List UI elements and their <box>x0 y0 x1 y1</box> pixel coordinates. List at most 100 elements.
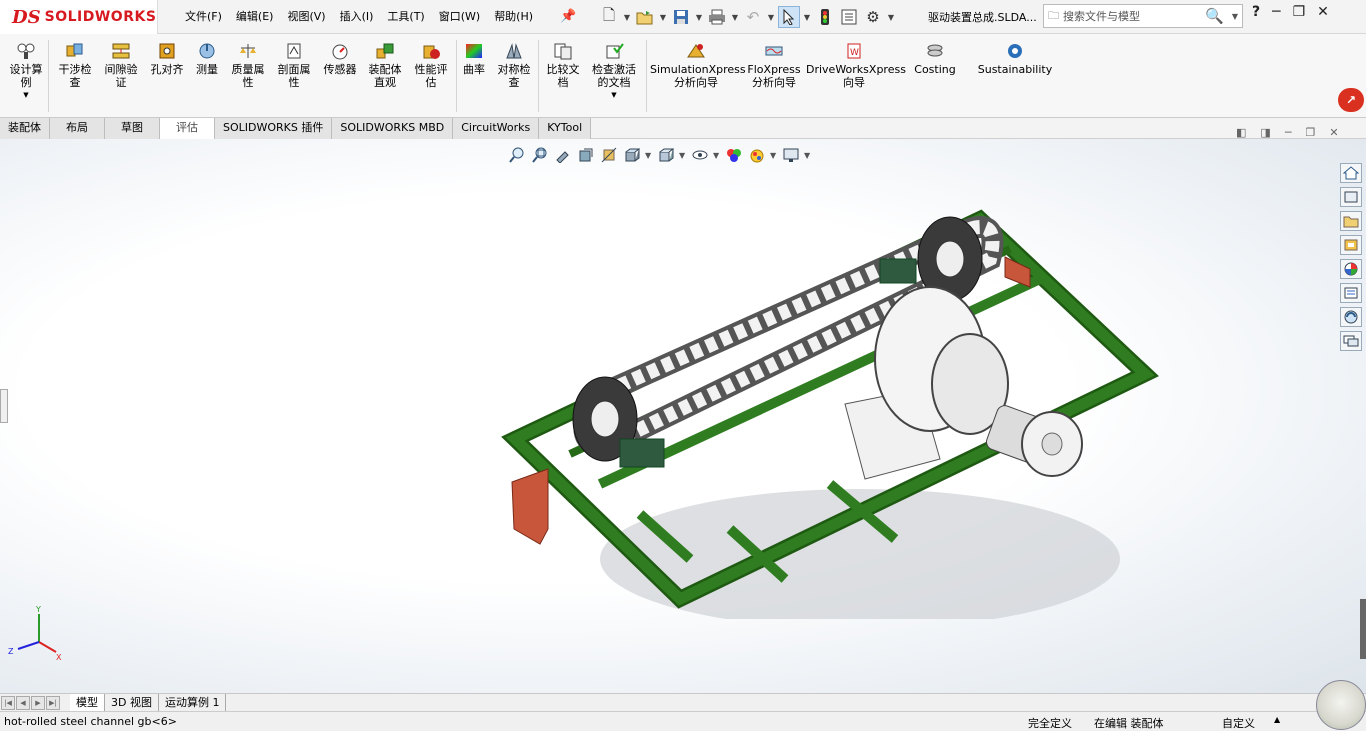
design-library-icon[interactable] <box>1340 187 1362 207</box>
hole-alignment-button[interactable]: 孔对齐 <box>148 42 186 76</box>
design-study-button[interactable]: 设计算例 ▼ <box>6 42 46 102</box>
viewport-close-button[interactable]: ✕ <box>1329 126 1338 139</box>
tab-evaluate[interactable]: 评估 <box>160 118 215 139</box>
status-units[interactable]: 自定义 <box>1222 715 1255 731</box>
hide-show-items-icon[interactable] <box>690 146 710 164</box>
tab-solidworks-mbd[interactable]: SOLIDWORKS MBD <box>332 118 454 139</box>
solidworks-logo[interactable]: DS SOLIDWORKS <box>0 0 158 34</box>
help-icon[interactable]: ? <box>1252 4 1260 20</box>
edit-appearance-icon[interactable] <box>724 146 744 164</box>
search-dropdown[interactable]: ▼ <box>1232 12 1238 21</box>
tab-sketch[interactable]: 草图 <box>105 118 160 139</box>
graphics-area[interactable]: ▼ ▼ ▼ ▼ ▼ Y X Z <box>0 139 1366 693</box>
first-tab-arrow[interactable]: |◀ <box>1 695 15 710</box>
pin-icon[interactable]: 📌 <box>560 9 576 24</box>
assembly-visualization-button[interactable]: 装配体直观 <box>364 42 406 89</box>
measure-button[interactable]: 测量 <box>192 42 222 76</box>
task-pane-scrollbar[interactable] <box>1360 599 1366 659</box>
view-palette-icon[interactable] <box>1340 235 1362 255</box>
new-dropdown[interactable]: ▼ <box>622 13 632 22</box>
tab-motion-study[interactable]: 运动算例 1 <box>159 694 227 711</box>
check-active-document-button[interactable]: 检查激活的文档 ▼ <box>588 42 640 102</box>
sustainability-button[interactable]: Sustainability <box>976 42 1054 76</box>
viewport-minimize-button[interactable]: ─ <box>1285 126 1292 139</box>
menu-view[interactable]: 视图(V) <box>280 0 332 34</box>
solidworks-resources-icon[interactable] <box>1340 307 1362 327</box>
curvature-button[interactable]: 曲率 <box>460 42 488 76</box>
simulationxpress-button[interactable]: SimulationXpress分析向导 <box>650 42 746 89</box>
hide-show-dropdown[interactable]: ▼ <box>713 151 721 160</box>
tile-left-icon[interactable]: ◧ <box>1236 126 1246 139</box>
print-dropdown[interactable]: ▼ <box>730 13 740 22</box>
custom-properties-icon[interactable] <box>1340 283 1362 303</box>
select-dropdown[interactable]: ▼ <box>802 13 812 22</box>
driveworksxpress-button[interactable]: W DriveWorksXpress向导 <box>806 42 906 89</box>
apply-scene-icon[interactable] <box>747 146 767 164</box>
search-icon[interactable]: 🔍 <box>1205 7 1224 25</box>
undo-icon[interactable]: ↶ <box>742 6 764 28</box>
units-dropdown-icon[interactable]: ▲ <box>1274 715 1280 724</box>
view-settings-icon[interactable] <box>781 146 801 164</box>
forum-icon[interactable] <box>1340 331 1362 351</box>
prev-tab-arrow[interactable]: ◀ <box>16 695 30 710</box>
view-orientation-dropdown[interactable]: ▼ <box>645 151 653 160</box>
appearances-scenes-icon[interactable] <box>1340 259 1362 279</box>
open-icon[interactable] <box>634 6 656 28</box>
home-icon[interactable] <box>1340 163 1362 183</box>
menu-tools[interactable]: 工具(T) <box>380 0 431 34</box>
select-cursor-icon[interactable] <box>778 6 800 28</box>
search-input[interactable]: 🗀 搜索文件与模型 🔍 ▼ <box>1043 4 1243 28</box>
save-icon[interactable] <box>670 6 692 28</box>
assembly-model[interactable] <box>500 199 1160 619</box>
tab-layout[interactable]: 布局 <box>50 118 105 139</box>
section-properties-button[interactable]: 剖面属性 <box>274 42 314 89</box>
costing-button[interactable]: Costing <box>910 42 960 76</box>
rebuild-icon[interactable] <box>814 6 836 28</box>
close-button[interactable]: ✕ <box>1317 4 1329 20</box>
menu-window[interactable]: 窗口(W) <box>432 0 487 34</box>
undo-dropdown[interactable]: ▼ <box>766 13 776 22</box>
menu-edit[interactable]: 编辑(E) <box>229 0 281 34</box>
tile-right-icon[interactable]: ◨ <box>1260 126 1270 139</box>
options-dropdown[interactable]: ▼ <box>886 13 896 22</box>
display-style-icon[interactable] <box>656 146 676 164</box>
new-document-icon[interactable]: 🗋 <box>598 6 620 28</box>
file-explorer-icon[interactable] <box>1340 211 1362 231</box>
section-view-icon[interactable] <box>576 146 596 164</box>
open-dropdown[interactable]: ▼ <box>658 13 668 22</box>
restore-button[interactable]: ❐ <box>1293 4 1306 20</box>
file-properties-icon[interactable] <box>838 6 860 28</box>
minimize-button[interactable]: ─ <box>1272 4 1280 20</box>
symmetry-check-button[interactable]: 对称检查 <box>494 42 534 89</box>
apply-scene-dropdown[interactable]: ▼ <box>770 151 778 160</box>
previous-view-icon[interactable] <box>553 146 573 164</box>
menu-file[interactable]: 文件(F) <box>178 0 229 34</box>
tab-3d-view[interactable]: 3D 视图 <box>105 694 159 711</box>
interference-detection-button[interactable]: 干涉检查 <box>54 42 96 89</box>
clearance-verification-button[interactable]: 间隙验证 <box>100 42 142 89</box>
dynamic-annotation-icon[interactable] <box>599 146 619 164</box>
tab-assembly[interactable]: 装配体 <box>0 118 50 139</box>
floxpress-button[interactable]: FloXpress分析向导 <box>746 42 802 89</box>
options-gear-icon[interactable]: ⚙ <box>862 6 884 28</box>
zoom-to-area-icon[interactable] <box>530 146 550 164</box>
view-orientation-icon[interactable] <box>622 146 642 164</box>
performance-evaluation-button[interactable]: 性能评估 <box>410 42 452 89</box>
display-style-dropdown[interactable]: ▼ <box>679 151 687 160</box>
view-settings-dropdown[interactable]: ▼ <box>804 151 812 160</box>
tab-solidworks-addins[interactable]: SOLIDWORKS 插件 <box>215 118 333 139</box>
tab-kytool[interactable]: KYTool <box>539 118 592 139</box>
feature-manager-toggle[interactable] <box>0 389 8 423</box>
menu-insert[interactable]: 插入(I) <box>333 0 381 34</box>
zoom-to-fit-icon[interactable] <box>507 146 527 164</box>
print-icon[interactable] <box>706 6 728 28</box>
tab-model[interactable]: 模型 <box>70 694 105 711</box>
next-tab-arrow[interactable]: ▶ <box>31 695 45 710</box>
save-dropdown[interactable]: ▼ <box>694 13 704 22</box>
last-tab-arrow[interactable]: ▶| <box>46 695 60 710</box>
menu-help[interactable]: 帮助(H) <box>487 0 540 34</box>
addin-badge-icon[interactable]: ↗ <box>1338 88 1364 112</box>
mass-properties-button[interactable]: 质量属性 <box>228 42 268 89</box>
sensor-button[interactable]: 传感器 <box>320 42 360 76</box>
compare-documents-button[interactable]: 比较文档 <box>542 42 584 89</box>
